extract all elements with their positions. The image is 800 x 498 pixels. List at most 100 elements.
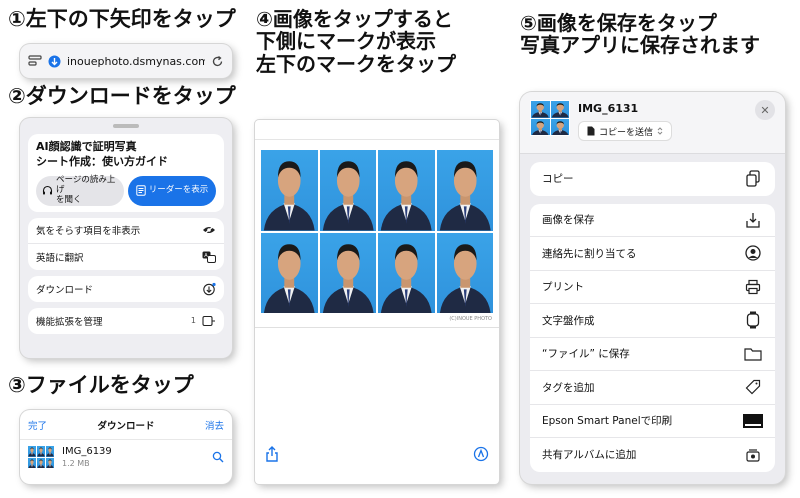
download-badge-icon[interactable] <box>48 55 61 68</box>
page-title-line-1: AI顔認識で証明写真 <box>36 140 137 153</box>
show-reader-button[interactable]: リーダーを表示 <box>128 175 216 206</box>
share-thumbnail <box>530 100 570 136</box>
share-file-name: IMG_6131 <box>578 102 639 115</box>
step-1-caption: ①左下の下矢印をタップ <box>8 7 236 32</box>
show-reader-label: リーダーを表示 <box>148 184 209 195</box>
shared-album-icon <box>743 445 763 465</box>
step-5-line-1: ⑤画像を保存をタップ <box>520 11 717 35</box>
menu-group-2: ダウンロード <box>28 275 224 302</box>
share-action-save-image[interactable]: 画像を保存 <box>530 204 775 237</box>
tag-icon <box>743 377 763 397</box>
step-5-caption: ⑤画像を保存をタップ 写真アプリに保存されます <box>520 12 760 57</box>
share-sheet-header: IMG_6131 コピーを送信 ✕ <box>520 92 785 154</box>
clear-button[interactable]: 消去 <box>205 418 224 432</box>
share-action-label: コピー <box>542 173 574 186</box>
extensions-icon <box>202 315 216 327</box>
share-action-printer[interactable]: プリント <box>530 271 775 304</box>
menu-item-label: 英語に翻訳 <box>36 252 84 264</box>
done-button[interactable]: 完了 <box>28 418 47 432</box>
listen-label-line-1: ページの読み上げ <box>56 175 116 195</box>
menu-group-3: 機能拡張を管理 1 <box>28 307 224 334</box>
sheet-grabber[interactable] <box>113 124 139 128</box>
share-action-tag[interactable]: タグを追加 <box>530 371 775 405</box>
share-action-shared-album[interactable]: 共有アルバムに追加 <box>530 438 775 472</box>
send-copy-label: コピーを送信 <box>599 127 654 138</box>
thumb-photo <box>531 118 550 135</box>
menu-item-hide-distractions[interactable]: 気をそらす項目を非表示 <box>28 218 224 244</box>
page-title: AI顔認識で証明写真 シート作成：使い方ガイド <box>36 140 216 170</box>
thumb-photo <box>550 101 569 118</box>
share-action-label: プリント <box>542 281 584 294</box>
thumb-photo <box>37 446 45 457</box>
photo-sheet[interactable]: (C)INOUE PHOTO <box>258 147 496 323</box>
share-sheet: IMG_6131 コピーを送信 ✕ コピー 画像を保存連絡先に割り当てる プリント… <box>520 92 785 484</box>
reload-icon[interactable] <box>211 55 224 68</box>
watermark: (C)INOUE PHOTO <box>449 316 492 322</box>
extension-count: 1 <box>190 316 196 326</box>
printer-icon <box>743 277 763 297</box>
menu-item-downloads[interactable]: ダウンロード <box>28 276 224 302</box>
page-menu-sheet: AI顔認識で証明写真 シート作成：使い方ガイド ページの読み上げ を聞く リーダ… <box>20 118 232 358</box>
reader-menu-icon[interactable] <box>28 55 42 67</box>
step-4-line-2: 下側にマークが表示 <box>256 29 436 54</box>
share-action-label: 連絡先に割り当てる <box>542 247 637 260</box>
share-action-label: 画像を保存 <box>542 214 595 227</box>
share-icon[interactable] <box>265 446 279 462</box>
translate-icon: A <box>202 251 216 263</box>
share-action-copy[interactable]: コピー <box>530 162 775 196</box>
share-action-label: 共有アルバムに追加 <box>542 449 637 462</box>
thumb-photo <box>28 446 36 457</box>
thumb-photo <box>37 457 45 468</box>
eye-slash-icon <box>202 225 216 235</box>
share-action-label: Epson Smart Panelで印刷 <box>542 415 673 428</box>
download-item[interactable]: IMG_6139 1.2 MB <box>20 440 232 474</box>
listen-page-button[interactable]: ページの読み上げ を聞く <box>36 175 124 206</box>
id-photo <box>261 150 318 231</box>
listen-label-line-2: を聞く <box>56 194 82 205</box>
id-photo <box>319 150 376 231</box>
downloads-title: ダウンロード <box>97 420 155 432</box>
share-action-contact[interactable]: 連絡先に割り当てる <box>530 237 775 271</box>
share-actions-group: 画像を保存連絡先に割り当てる プリント文字盤作成 “ファイル” に保存 タグを追加 Ep… <box>530 203 775 472</box>
downloads-header: 完了 ダウンロード 消去 <box>20 410 232 440</box>
markup-icon[interactable] <box>473 446 489 462</box>
close-button[interactable]: ✕ <box>755 100 775 120</box>
step-4-line-3: 左下のマークをタップ <box>256 51 456 76</box>
downloads-popover: 完了 ダウンロード 消去 IMG_6139 1.2 MB <box>20 410 232 484</box>
share-copy-group: コピー <box>530 162 775 196</box>
share-action-label: “ファイル” に保存 <box>542 348 630 361</box>
photo-grid <box>261 150 493 313</box>
menu-item-translate[interactable]: 英語に翻訳 A <box>28 244 224 270</box>
step-2-line: ②ダウンロードをタップ <box>8 84 236 108</box>
reader-icon <box>136 185 146 196</box>
page-info-card: AI顔認識で証明写真 シート作成：使い方ガイド ページの読み上げ を聞く リーダ… <box>28 134 224 212</box>
download-file-name: IMG_6139 <box>62 446 112 457</box>
share-action-label: タグを追加 <box>542 381 595 394</box>
close-icon: ✕ <box>760 103 770 117</box>
share-action-folder[interactable]: “ファイル” に保存 <box>530 338 775 371</box>
magnifier-icon[interactable] <box>212 451 224 463</box>
share-action-epson[interactable]: Epson Smart Panelで印刷 <box>530 405 775 438</box>
menu-item-label: ダウンロード <box>36 284 94 296</box>
step-1-line: ①左下の下矢印をタップ <box>8 7 236 31</box>
folder-icon <box>743 344 763 364</box>
menu-item-manage-extensions[interactable]: 機能拡張を管理 1 <box>28 308 224 334</box>
page-title-line-2: シート作成：使い方ガイド <box>36 154 168 168</box>
menu-group-1: 気をそらす項目を非表示 英語に翻訳 A <box>28 217 224 270</box>
id-photo <box>378 232 435 313</box>
svg-text:A: A <box>204 253 208 259</box>
url-text[interactable]: inouephoto.dsmynas.com <box>67 55 205 68</box>
step-4-caption: ④画像をタップすると 下側にマークが表示 左下のマークをタップ <box>256 7 456 76</box>
save-image-icon <box>743 210 763 230</box>
send-copy-button[interactable]: コピーを送信 <box>578 121 673 141</box>
step-4-line-1: ④画像をタップすると <box>256 7 453 31</box>
menu-item-label: 機能拡張を管理 <box>36 316 103 328</box>
watch-icon <box>743 310 763 330</box>
id-photo <box>378 150 435 231</box>
chevron-updown-icon <box>657 126 663 136</box>
copy-icon <box>743 169 763 189</box>
document-icon <box>587 126 595 136</box>
step-5-line-2: 写真アプリに保存されます <box>520 33 760 58</box>
headphones-icon <box>42 185 53 196</box>
share-action-watch[interactable]: 文字盤作成 <box>530 304 775 338</box>
